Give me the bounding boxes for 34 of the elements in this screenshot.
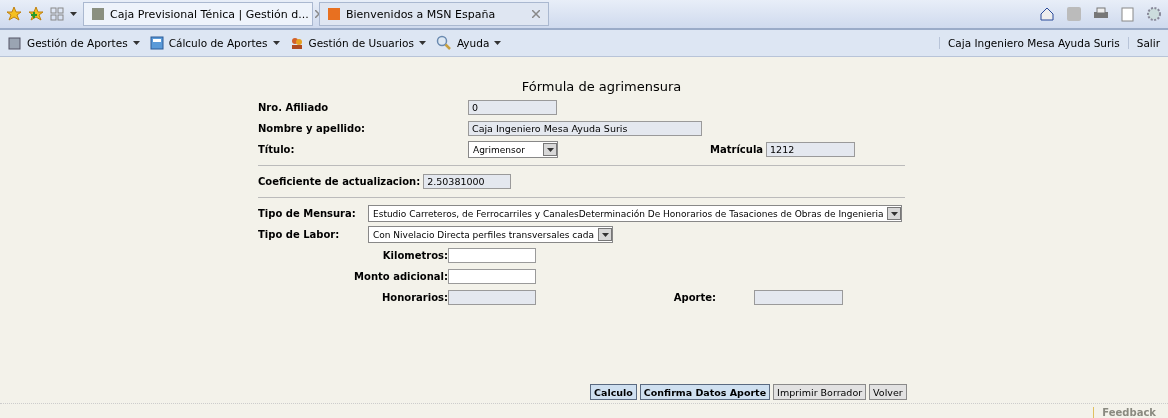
survey-type-dropdown[interactable]: Estudio Carreteros, de Ferrocarriles y CanalesDeterminación De Honorarios de Tasaciones de Obras de Ingenieria xyxy=(368,205,903,222)
user-name: Caja Ingeniero Mesa Ayuda Suris xyxy=(938,37,1120,49)
logout-link[interactable]: Salir xyxy=(1127,37,1160,49)
field-label: Kilometros: xyxy=(381,250,448,261)
form-button[interactable]: Confirma Datos Aporte xyxy=(639,384,771,400)
title-dropdown[interactable]: Agrimensor xyxy=(468,141,558,158)
affiliate-number-field[interactable]: 0 xyxy=(468,100,557,115)
field-label: Coeficiente de actualizacion: xyxy=(258,176,421,187)
browser-tab[interactable]: Bienvenidos a MSN España xyxy=(319,2,549,26)
field-label: Aporte: xyxy=(672,292,716,303)
menu-label: Ayuda xyxy=(456,37,490,49)
field-label: Honorarios: xyxy=(380,292,448,303)
form-button[interactable]: Calculo xyxy=(590,384,637,400)
coefficient-field[interactable]: 2.50381000 xyxy=(423,174,512,189)
field-label: Monto adicional: xyxy=(353,271,448,282)
field-label: Nro. Afiliado xyxy=(258,102,330,113)
field-label: Tipo de Labor: xyxy=(258,229,341,240)
menu-item[interactable]: Cálculo de Aportes xyxy=(149,36,280,50)
menu-item[interactable]: Gestión de Usuarios xyxy=(289,36,426,50)
field-label: Título: xyxy=(258,144,296,155)
name-field[interactable]: Caja Ingeniero Mesa Ayuda Suris xyxy=(468,121,702,136)
field-label: Matrícula xyxy=(710,144,764,155)
menu-label: Cálculo de Aportes xyxy=(168,37,268,49)
registration-field[interactable]: 1212 xyxy=(766,142,856,157)
field-label: Nombre y apellido: xyxy=(258,123,366,134)
form-button[interactable]: Imprimir Borrador xyxy=(773,384,867,400)
menu-item[interactable]: Ayuda xyxy=(435,35,502,51)
form-title: Fórmula de agrimensura xyxy=(520,79,683,94)
menu-label: Gestión de Usuarios xyxy=(308,37,414,49)
form-button[interactable]: Volver xyxy=(869,384,907,400)
menu-item[interactable]: Gestión de Aportes xyxy=(8,36,140,50)
menu-label: Gestión de Aportes xyxy=(27,37,128,49)
work-type-dropdown[interactable]: Con Nivelacio Directa perfiles transversales cada xyxy=(368,226,613,243)
field-label: Tipo de Mensura: xyxy=(258,208,357,219)
